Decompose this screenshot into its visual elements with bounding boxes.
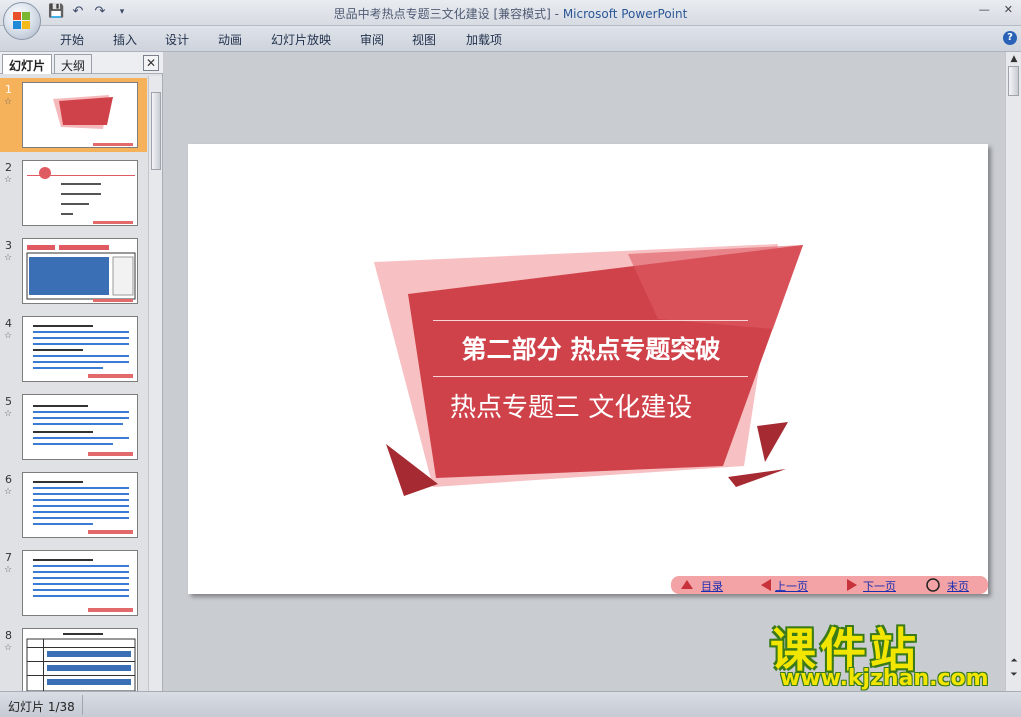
office-logo-icon — [13, 12, 31, 30]
slide-preview-graphic — [27, 167, 135, 224]
slide-thumbnail[interactable]: 4 ☆ — [0, 312, 147, 386]
tab-slide-show[interactable]: 幻灯片放映 — [271, 31, 331, 48]
status-separator — [82, 695, 83, 715]
close-pane-button[interactable]: ✕ — [143, 55, 159, 71]
nav-last-link[interactable]: 末页 — [947, 578, 969, 594]
slide-number: 8 — [5, 629, 12, 642]
help-icon[interactable]: ? — [1003, 31, 1017, 45]
pane-tabs: 幻灯片 大纲 ✕ — [0, 52, 163, 74]
tab-view[interactable]: 视图 — [412, 31, 436, 48]
transition-star-icon: ☆ — [4, 643, 13, 653]
nav-next-link[interactable]: 下一页 — [863, 578, 896, 594]
office-button[interactable] — [3, 2, 41, 40]
scroll-up-icon[interactable]: ▲ — [1009, 54, 1019, 64]
slide-counter: 幻灯片 1/38 — [8, 700, 75, 714]
document-title: 思品中考热点专题三文化建设 [兼容模式] — [333, 7, 551, 21]
slide-number: 4 — [5, 317, 12, 330]
slide-subtitle[interactable]: 热点专题三 文化建设 — [450, 387, 692, 424]
tab-insert[interactable]: 插入 — [113, 31, 137, 48]
transition-star-icon: ☆ — [4, 253, 13, 263]
slide-navigation-bar: 目录 上一页 下一页 末页 — [671, 576, 988, 594]
thumbnail-scrollbar[interactable] — [148, 76, 162, 691]
slide-preview — [22, 82, 138, 148]
tab-review[interactable]: 审阅 — [360, 31, 384, 48]
slide-thumbnail[interactable]: 2 ☆ — [0, 156, 147, 230]
ribbon-tab-bar: 开始 插入 设计 动画 幻灯片放映 审阅 视图 加载项 ? — [0, 26, 1021, 52]
tab-design[interactable]: 设计 — [165, 31, 189, 48]
slide-preview — [22, 550, 138, 616]
scrollbar-thumb[interactable] — [151, 92, 161, 170]
slide-title[interactable]: 第二部分 热点专题突破 — [418, 330, 764, 366]
status-bar: 幻灯片 1/38 — [0, 691, 1021, 717]
slide-number: 2 — [5, 161, 12, 174]
next-slide-icon[interactable]: ⏷ — [1009, 670, 1019, 680]
slide-thumbnail[interactable]: 1 ☆ — [0, 78, 147, 152]
slide-thumbnail[interactable]: 6 ☆ — [0, 468, 147, 542]
slide-number: 5 — [5, 395, 12, 408]
title-bar: 💾 ↶ ↷ ▾ 思品中考热点专题三文化建设 [兼容模式] - Microsoft… — [0, 0, 1021, 26]
slide-number: 3 — [5, 239, 12, 252]
window-title: 思品中考热点专题三文化建设 [兼容模式] - Microsoft PowerPo… — [333, 7, 688, 21]
slide-preview — [22, 316, 138, 382]
nav-prev-link[interactable]: 上一页 — [775, 578, 808, 594]
transition-star-icon: ☆ — [4, 331, 13, 341]
title-banner-graphic — [374, 244, 803, 496]
slide-number: 1 — [5, 83, 12, 96]
slides-pane: 幻灯片 大纲 ✕ 1 ☆ 2 ☆ 3 ☆ 4 ☆ 5 ☆ 6 ☆ 7 ☆ 8 ☆ — [0, 52, 163, 691]
tab-home[interactable]: 开始 — [60, 31, 84, 48]
watermark-logo: 课件站 www.kjzhan.com — [770, 614, 1010, 694]
slide-preview — [22, 472, 138, 538]
slide-preview-graphic — [26, 633, 136, 691]
slide-thumbnail[interactable]: 8 ☆ — [0, 624, 147, 691]
current-slide[interactable]: 第二部分 热点专题突破 热点专题三 文化建设 目录 上一页 下一页 末页 — [188, 144, 988, 594]
transition-star-icon: ☆ — [4, 175, 13, 185]
minimize-icon[interactable]: — — [979, 3, 990, 16]
slide-number: 7 — [5, 551, 12, 564]
slide-scrollbar[interactable]: ▲ ⏶ ⏷ — [1005, 52, 1021, 691]
tab-animations[interactable]: 动画 — [218, 31, 242, 48]
slide-preview — [22, 238, 138, 304]
app-name: Microsoft PowerPoint — [562, 7, 688, 21]
close-window-icon[interactable]: ✕ — [1004, 3, 1013, 16]
slide-preview — [22, 394, 138, 460]
transition-star-icon: ☆ — [4, 97, 13, 107]
tab-add-ins[interactable]: 加载项 — [466, 31, 502, 48]
slide-preview-graphic — [53, 95, 133, 146]
slide-number: 6 — [5, 473, 12, 486]
nav-toc-link[interactable]: 目录 — [701, 578, 723, 594]
slide-thumbnail-list: 1 ☆ 2 ☆ 3 ☆ 4 ☆ 5 ☆ 6 ☆ 7 ☆ 8 ☆ — [0, 76, 147, 691]
tab-slides[interactable]: 幻灯片 — [2, 54, 53, 74]
slide-thumbnail[interactable]: 7 ☆ — [0, 546, 147, 620]
slide-thumbnail[interactable]: 5 ☆ — [0, 390, 147, 464]
watermark-url: www.kjzhan.com — [780, 666, 989, 691]
window-controls: — ✕ — [979, 3, 1013, 16]
slide-preview — [22, 628, 138, 691]
slide-preview-graphic — [26, 245, 136, 302]
transition-star-icon: ☆ — [4, 487, 13, 497]
transition-star-icon: ☆ — [4, 409, 13, 419]
slide-editing-area: 第二部分 热点专题突破 热点专题三 文化建设 目录 上一页 下一页 末页 — [166, 52, 1004, 691]
slide-thumbnail[interactable]: 3 ☆ — [0, 234, 147, 308]
tab-outline[interactable]: 大纲 — [54, 54, 93, 74]
scrollbar-thumb[interactable] — [1008, 66, 1019, 96]
transition-star-icon: ☆ — [4, 565, 13, 575]
slide-preview — [22, 160, 138, 226]
previous-slide-icon[interactable]: ⏶ — [1009, 656, 1019, 666]
